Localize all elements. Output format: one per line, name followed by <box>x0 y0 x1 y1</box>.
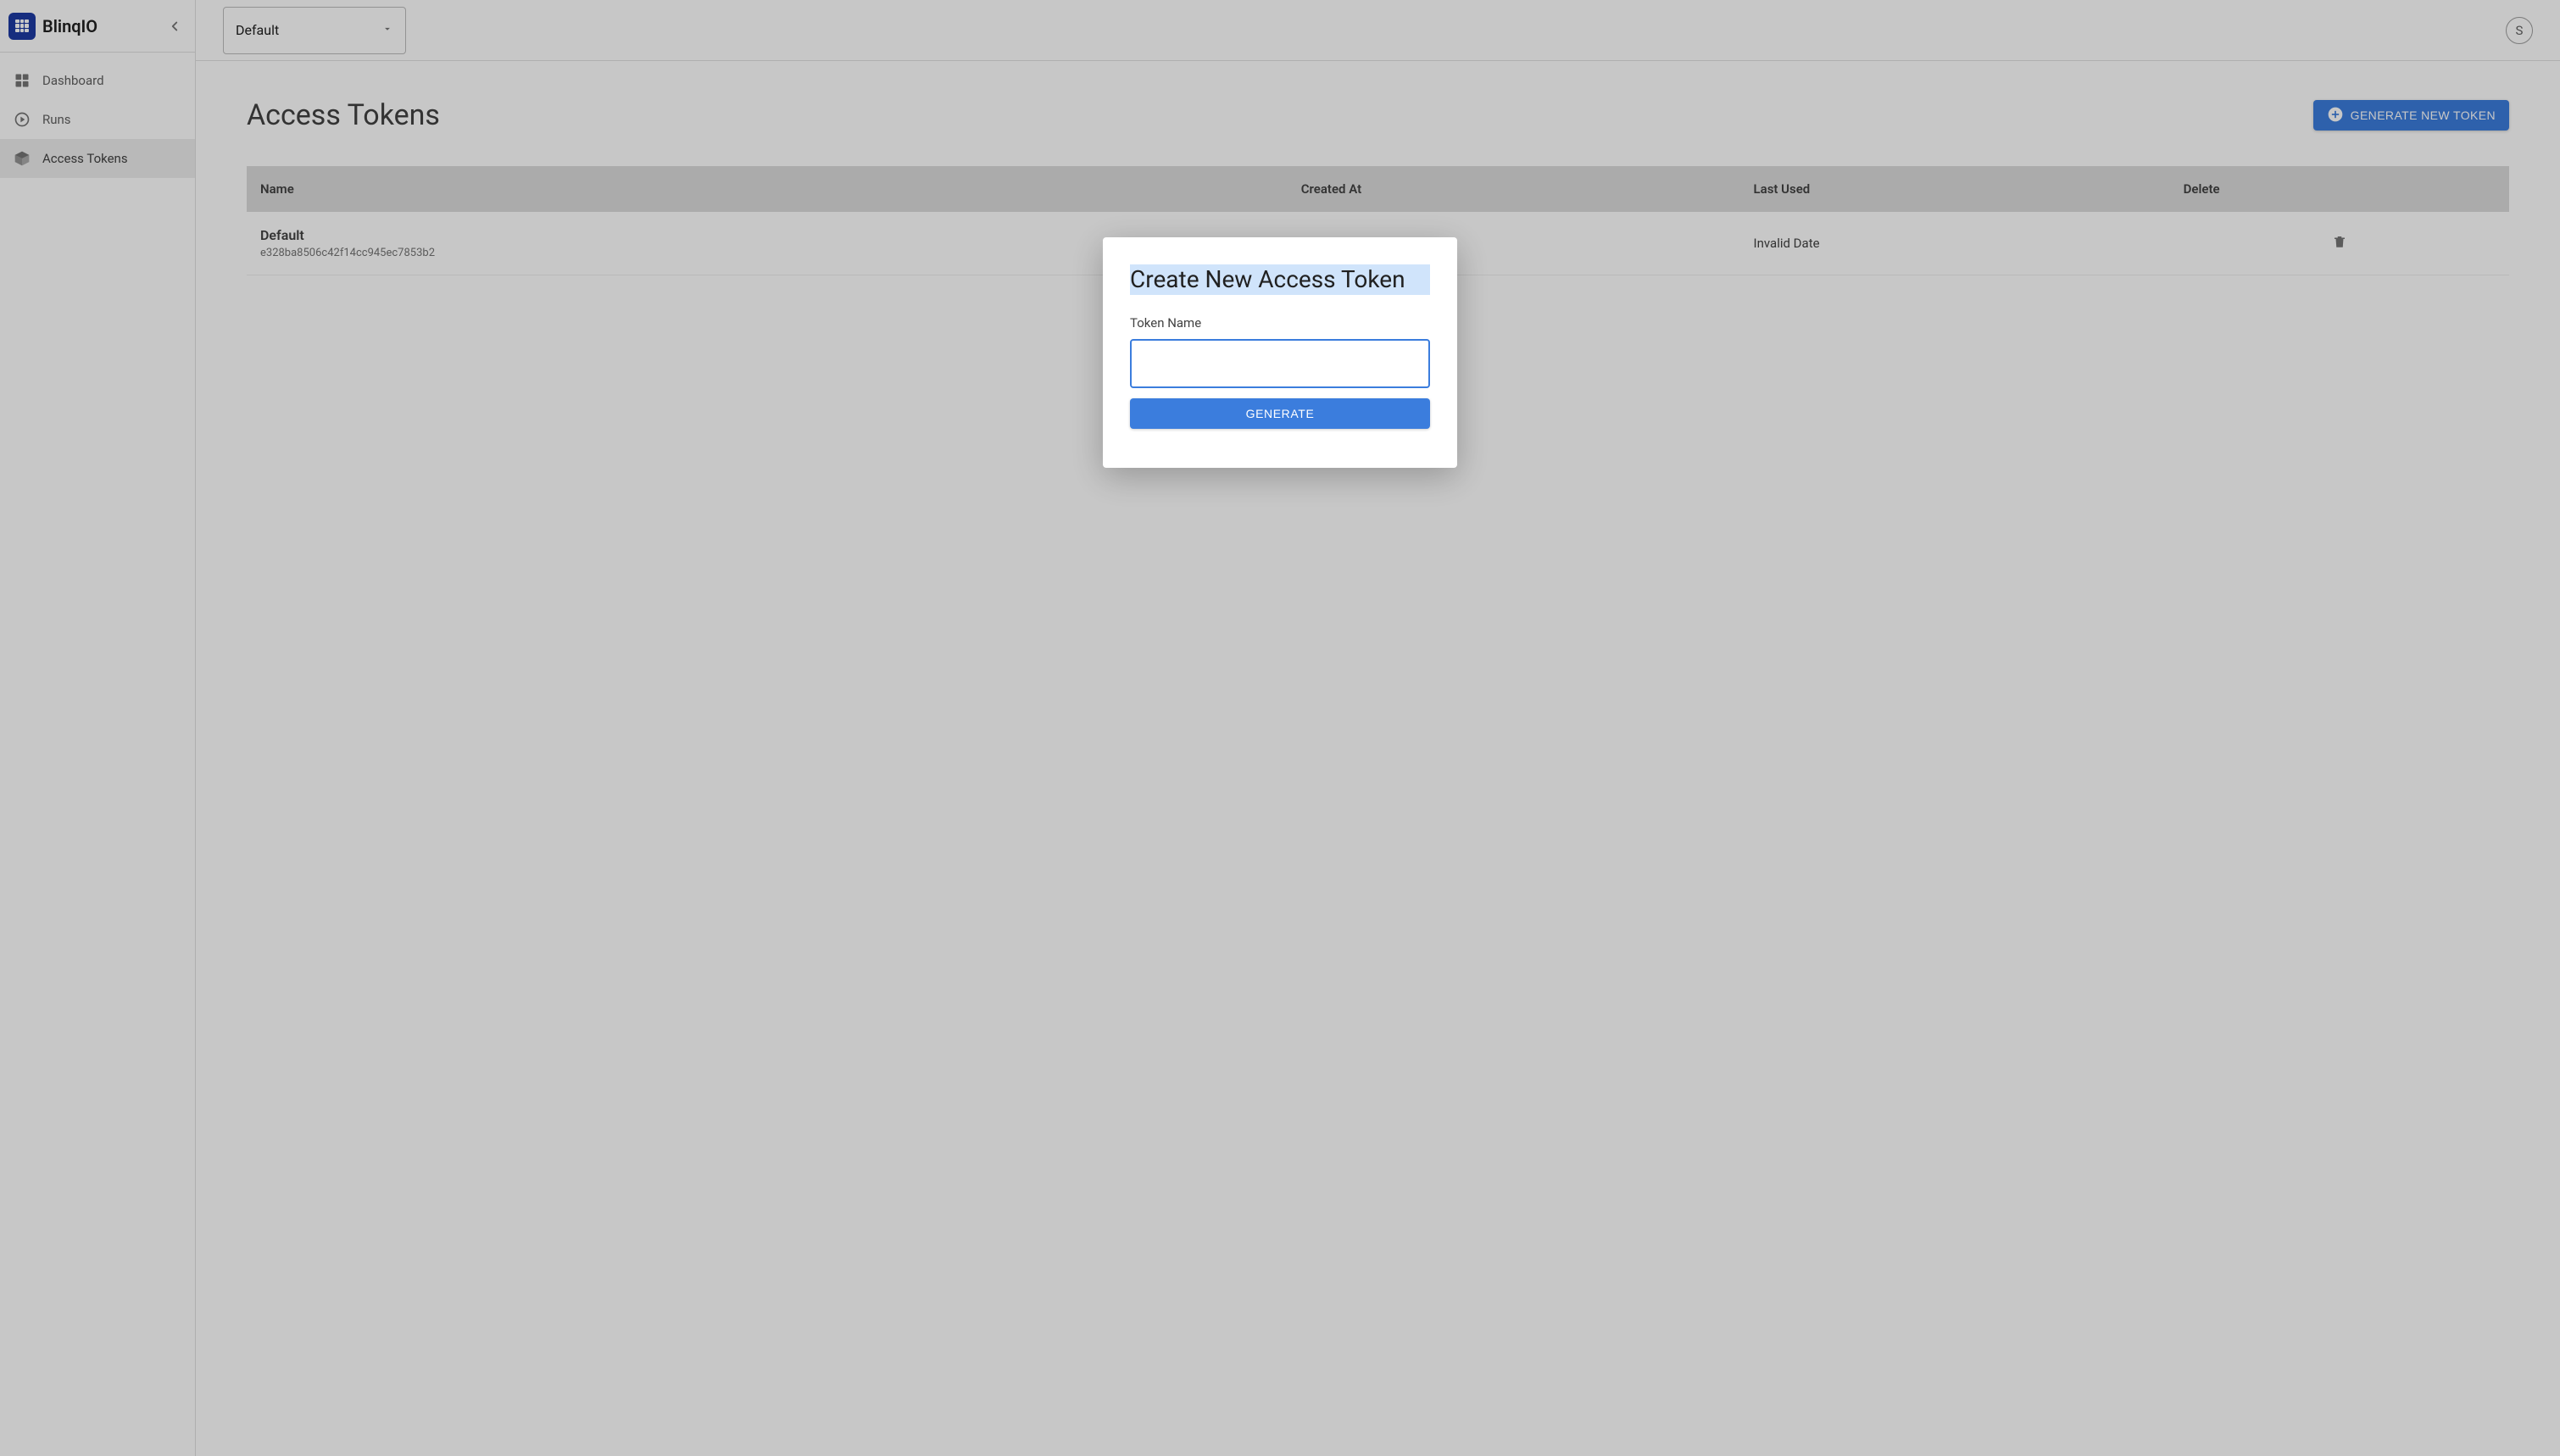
create-token-modal: Create New Access Token Token Name GENER… <box>1103 237 1457 468</box>
button-label: GENERATE <box>1246 407 1315 420</box>
generate-button[interactable]: GENERATE <box>1130 398 1430 429</box>
token-name-label: Token Name <box>1130 315 1430 331</box>
token-name-input[interactable] <box>1130 339 1430 388</box>
modal-overlay[interactable]: Create New Access Token Token Name GENER… <box>0 0 2560 1456</box>
modal-title: Create New Access Token <box>1130 264 1430 295</box>
